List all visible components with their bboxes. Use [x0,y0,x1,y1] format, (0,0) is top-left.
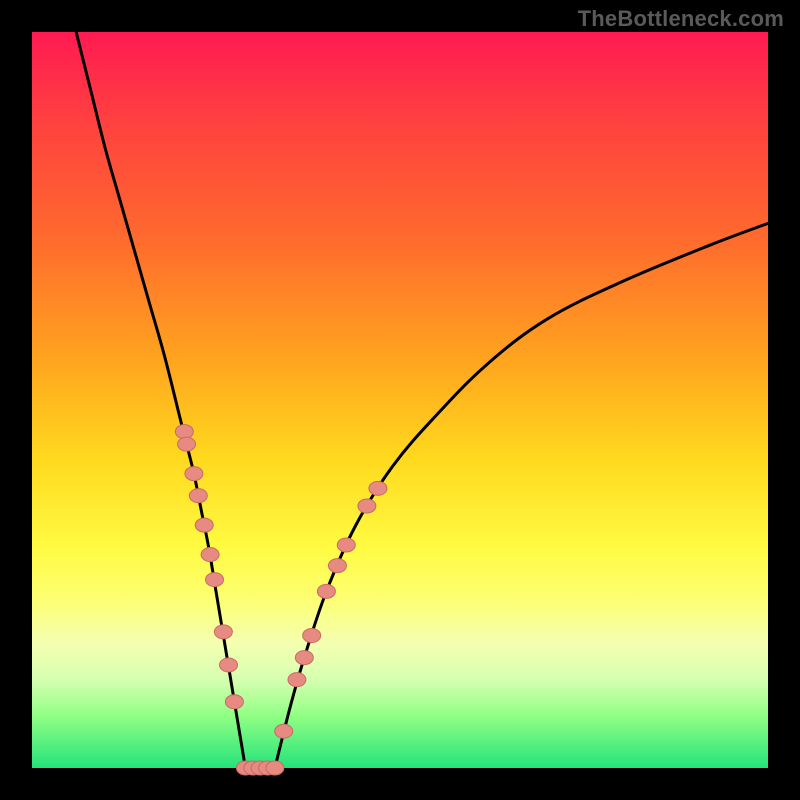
marker-point [303,629,321,643]
marker-point [275,724,293,738]
marker-point [206,573,224,587]
marker-point [225,695,243,709]
marker-point [337,538,355,552]
marker-point [369,481,387,495]
marker-point [189,489,207,503]
marker-point [358,499,376,513]
marker-point [195,518,213,532]
marker-point [288,673,306,687]
attribution-text: TheBottleneck.com [578,6,784,32]
marker-point [317,584,335,598]
curve-right-branch [275,223,768,768]
marker-point [220,658,238,672]
marker-point [214,625,232,639]
curve-markers [175,425,387,775]
marker-point [175,425,193,439]
curve-left-branch [76,32,245,768]
marker-point [295,651,313,665]
marker-point [201,548,219,562]
bottleneck-curve [76,32,768,768]
chart-frame: TheBottleneck.com [0,0,800,800]
plot-area [32,32,768,768]
marker-point [266,761,284,775]
marker-point [328,559,346,573]
curve-svg [32,32,768,768]
marker-point [178,437,196,451]
marker-point [185,467,203,481]
